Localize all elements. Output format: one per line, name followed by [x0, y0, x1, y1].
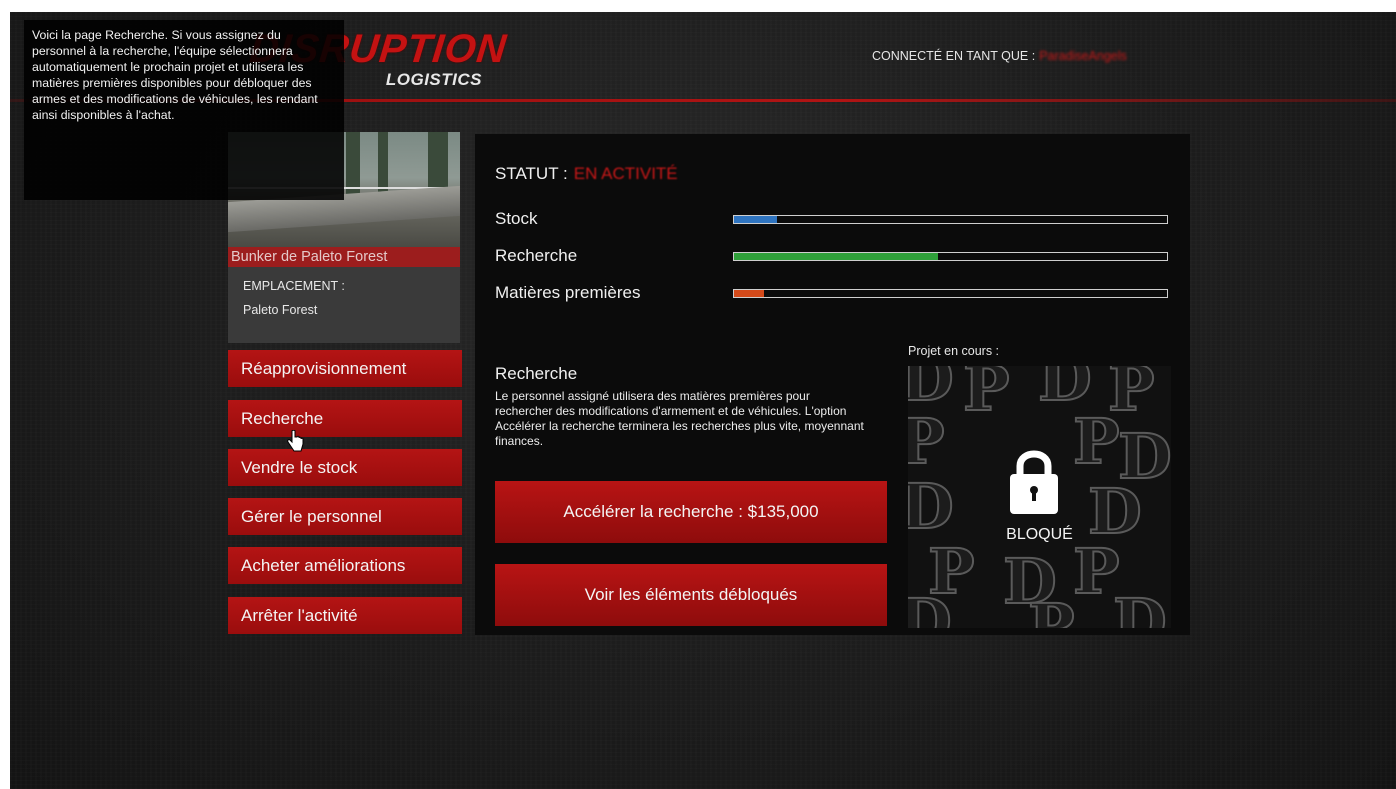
bunker-location-box: EMPLACEMENT : Paleto Forest	[228, 267, 460, 343]
logo-subtitle: LOGISTICS	[385, 70, 482, 89]
supplies-bar-fill	[734, 290, 765, 297]
pattern-glyph: P	[962, 366, 1011, 425]
menu-resupply-button[interactable]: Réapprovisionnement	[228, 350, 462, 387]
accelerate-research-button[interactable]: Accélérer la recherche : $135,000	[495, 481, 887, 543]
menu-buy-upgrades-button[interactable]: Acheter améliorations	[228, 547, 462, 584]
status-line: STATUT : EN ACTIVITÉ	[495, 164, 678, 184]
current-project-box: D P D P P P D D D P D P D P D BLOQUÉ	[908, 366, 1171, 628]
pattern-glyph: P	[908, 405, 946, 478]
lock-icon	[1010, 450, 1058, 514]
status-label: STATUT :	[495, 164, 568, 183]
bunker-name: Bunker de Paleto Forest	[228, 247, 460, 267]
section-title: Recherche	[495, 364, 578, 383]
pattern-glyph: D	[908, 585, 953, 629]
logged-in-indicator: CONNECTÉ EN TANT QUE : ParadiseAngels	[872, 49, 1127, 63]
research-bar-label: Recherche	[495, 246, 578, 265]
pattern-glyph: D	[1112, 585, 1168, 629]
location-value: Paleto Forest	[243, 303, 318, 317]
username: ParadiseAngels	[1039, 49, 1127, 63]
status-value: EN ACTIVITÉ	[573, 164, 678, 183]
menu-shut-down-button[interactable]: Arrêter l'activité	[228, 597, 462, 634]
pattern-glyph: P	[1027, 590, 1076, 629]
game-screen: DISRUPTION LOGISTICS CONNECTÉ EN TANT QU…	[10, 12, 1396, 789]
project-status: BLOQUÉ	[1006, 526, 1073, 543]
menu-manage-staff-button[interactable]: Gérer le personnel	[228, 498, 462, 535]
menu-sell-stock-button[interactable]: Vendre le stock	[228, 449, 462, 486]
help-tooltip: Voici la page Recherche. Si vous assigne…	[24, 20, 344, 200]
supplies-bar	[733, 289, 1168, 298]
stock-bar-fill	[734, 216, 778, 223]
pattern-glyph: D	[908, 366, 955, 415]
stock-bar-label: Stock	[495, 209, 538, 228]
hand-cursor-icon	[287, 430, 304, 452]
stock-bar	[733, 215, 1168, 224]
logged-in-label: CONNECTÉ EN TANT QUE :	[872, 49, 1036, 63]
section-description: Le personnel assigné utilisera des matiè…	[495, 389, 864, 448]
supplies-bar-label: Matières premières	[495, 283, 641, 302]
research-bar-fill	[734, 253, 938, 260]
location-label: EMPLACEMENT :	[243, 279, 345, 293]
pattern-glyph: D	[1037, 366, 1093, 415]
current-project-label: Projet en cours :	[908, 344, 1000, 358]
pattern-glyph: P	[1072, 405, 1121, 478]
research-bar	[733, 252, 1168, 261]
research-panel: STATUT : EN ACTIVITÉ Stock Recherche Mati…	[475, 134, 1190, 635]
view-unlocked-button[interactable]: Voir les éléments débloqués	[495, 564, 887, 626]
tooltip-text: Voici la page Recherche. Si vous assigne…	[32, 28, 318, 122]
menu-research-button[interactable]: Recherche	[228, 400, 462, 437]
tree-shape	[346, 132, 360, 202]
